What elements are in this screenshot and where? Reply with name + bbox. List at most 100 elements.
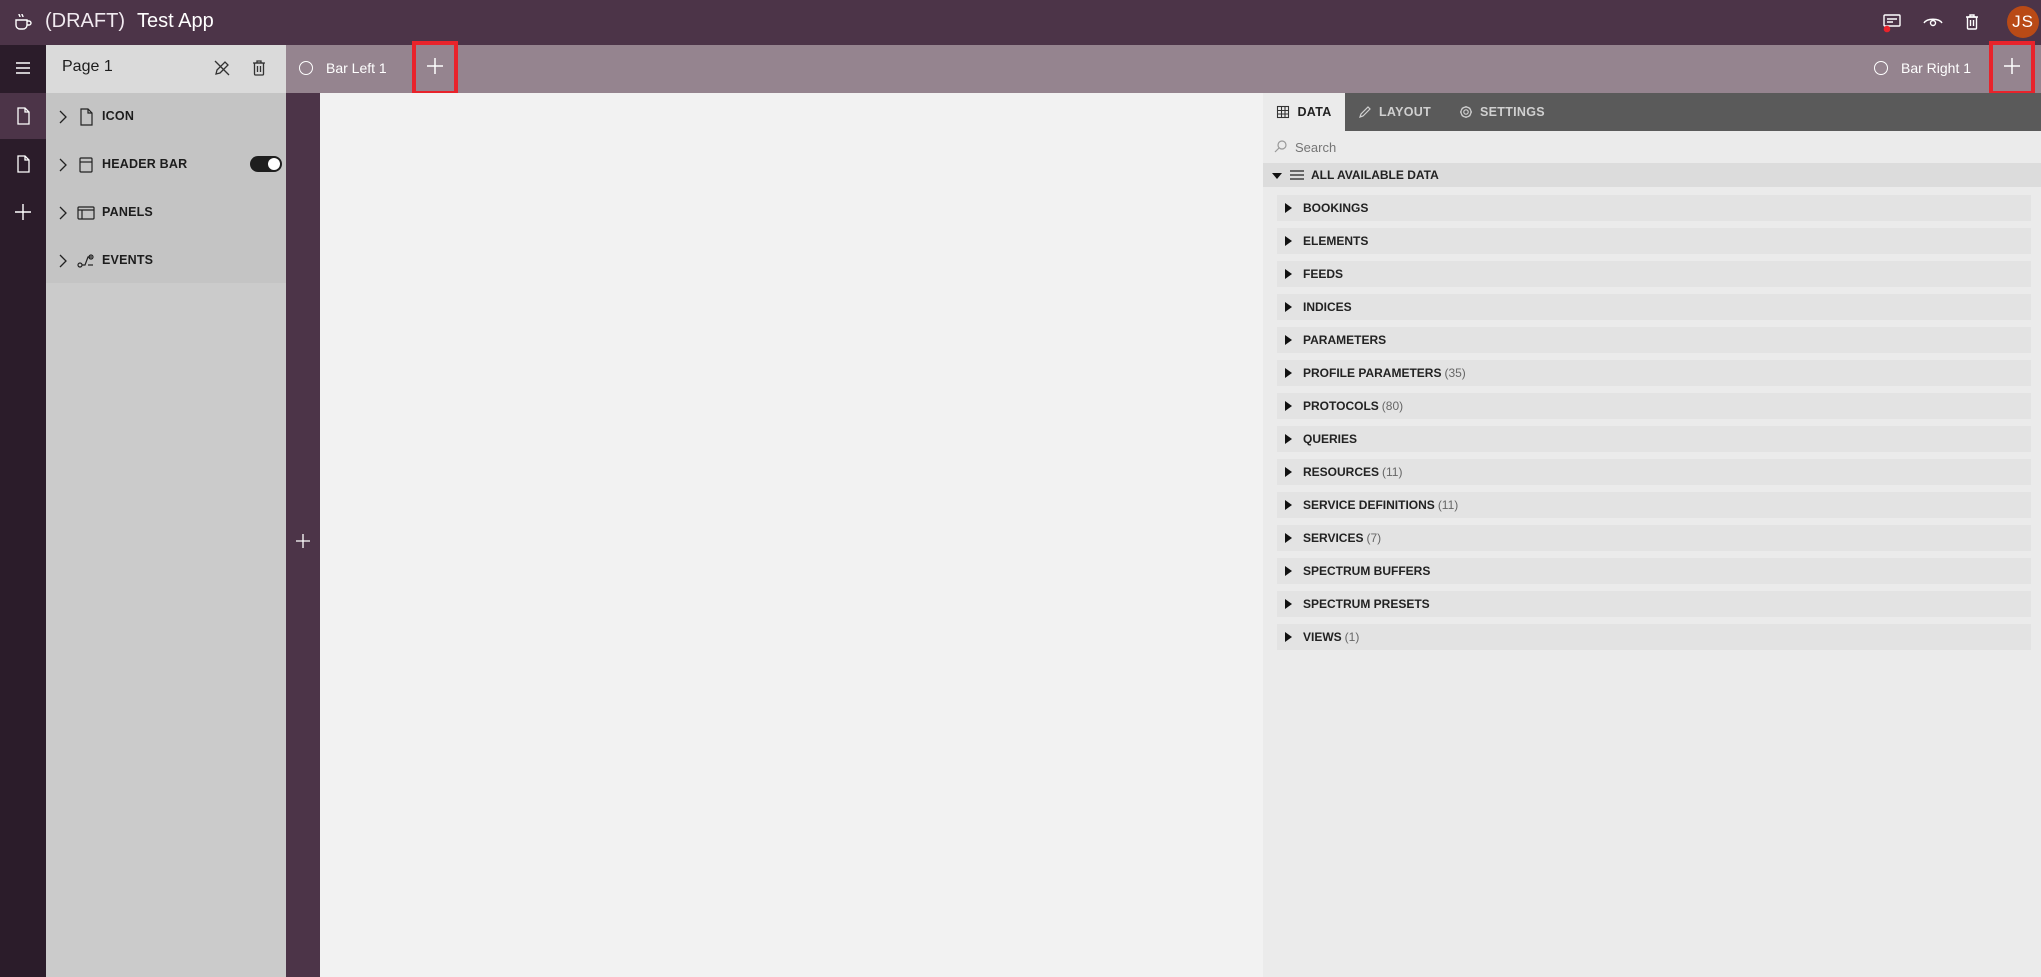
tab-settings[interactable]: SETTINGS [1459, 93, 1549, 131]
caret-right-icon[interactable] [1285, 467, 1292, 477]
data-category-label: RESOURCES (11) [1303, 465, 1402, 479]
data-category-row[interactable]: VIEWS (1) [1277, 624, 2031, 650]
all-available-data-header[interactable]: ALL AVAILABLE DATA [1263, 163, 2041, 187]
data-category-row[interactable]: PARAMETERS [1277, 327, 2031, 353]
data-category-row[interactable]: QUERIES [1277, 426, 2031, 452]
data-category-label: SERVICES (7) [1303, 531, 1381, 545]
tree-item-label: HEADER BAR [102, 157, 188, 171]
data-panel-tabs: DATA LAYOUT SETTINGS [1263, 93, 2041, 131]
all-available-data-label: ALL AVAILABLE DATA [1311, 168, 1439, 182]
caret-right-icon[interactable] [1285, 368, 1292, 378]
tab-label: DATA [1297, 105, 1332, 119]
tree-item-header-bar[interactable]: HEADER BAR [46, 141, 286, 189]
top-bar: (DRAFT) Test App JS [0, 0, 2041, 45]
header-bar-toggle[interactable] [250, 156, 282, 172]
tab-data[interactable]: DATA [1263, 93, 1345, 131]
tree-item-icon[interactable]: ICON [46, 93, 286, 141]
data-category-label: ELEMENTS [1303, 234, 1371, 248]
page-tree-panel: Page 1 ICON HEADER BAR PANELS EVENTS [46, 45, 286, 977]
data-category-label: VIEWS (1) [1303, 630, 1359, 644]
search-input[interactable] [1293, 135, 1997, 159]
category-name: PARAMETERS [1303, 333, 1387, 347]
caret-down-icon[interactable] [1271, 169, 1283, 187]
data-category-row[interactable]: ELEMENTS [1277, 228, 2031, 254]
category-name: ELEMENTS [1303, 234, 1369, 248]
category-name: SERVICES [1303, 531, 1364, 545]
category-count: (11) [1437, 498, 1459, 512]
caret-right-icon[interactable] [1285, 401, 1292, 411]
delete-page-trash-icon[interactable] [250, 58, 268, 83]
add-page-icon[interactable] [0, 189, 46, 235]
data-category-label: PROTOCOLS (80) [1303, 399, 1403, 413]
caret-right-icon[interactable] [1285, 236, 1292, 246]
data-panel: DATA LAYOUT SETTINGS ALL AVAILABLE DATA … [1263, 93, 2041, 977]
toggle-knob [268, 158, 280, 170]
data-category-label: BOOKINGS [1303, 201, 1371, 215]
data-category-label: SPECTRUM PRESETS [1303, 597, 1433, 611]
tab-layout[interactable]: LAYOUT [1358, 93, 1438, 131]
search-icon [1274, 139, 1288, 158]
bar-strip: Bar Left 1 Bar Right 1 [286, 41, 2041, 95]
caret-right-icon[interactable] [1285, 335, 1292, 345]
header-bar-icon [76, 155, 96, 175]
category-name: SPECTRUM BUFFERS [1303, 564, 1431, 578]
caret-right-icon[interactable] [1285, 599, 1292, 609]
bar-right-label[interactable]: Bar Right 1 [1901, 60, 1971, 76]
chevron-right-icon[interactable] [56, 157, 70, 173]
category-count: (11) [1382, 465, 1403, 479]
tree-item-events[interactable]: EVENTS [46, 237, 286, 285]
data-category-row[interactable]: RESOURCES (11) [1277, 459, 2031, 485]
category-name: RESOURCES [1303, 465, 1380, 479]
bar-right-radio[interactable] [1874, 61, 1888, 75]
tab-label: LAYOUT [1379, 105, 1432, 119]
caret-right-icon[interactable] [1285, 434, 1292, 444]
bar-left-radio[interactable] [299, 61, 313, 75]
bar-left-label[interactable]: Bar Left 1 [326, 60, 387, 76]
data-category-label: SPECTRUM BUFFERS [1303, 564, 1433, 578]
search-bar [1263, 131, 2041, 161]
category-name: FEEDS [1303, 267, 1344, 281]
caret-right-icon[interactable] [1285, 566, 1292, 576]
page-canvas[interactable] [320, 93, 1263, 977]
data-category-row[interactable]: INDICES [1277, 294, 2031, 320]
page-icon[interactable] [0, 141, 46, 187]
page-name[interactable]: Page 1 [62, 58, 113, 76]
page-icon[interactable] [0, 93, 46, 139]
events-icon [76, 251, 96, 271]
chevron-right-icon[interactable] [56, 109, 70, 125]
data-category-label: QUERIES [1303, 432, 1360, 446]
hamburger-menu-icon[interactable] [0, 45, 46, 91]
chevron-right-icon[interactable] [56, 253, 70, 269]
data-category-row[interactable]: BOOKINGS [1277, 195, 2031, 221]
delete-trash-icon[interactable] [1961, 11, 1983, 33]
tree-item-panels[interactable]: PANELS [46, 189, 286, 237]
caret-right-icon[interactable] [1285, 203, 1292, 213]
add-panel-plus-icon[interactable] [295, 533, 311, 554]
data-category-row[interactable]: FEEDS [1277, 261, 2031, 287]
preview-eye-icon[interactable] [1922, 11, 1944, 33]
caret-right-icon[interactable] [1285, 632, 1292, 642]
caret-right-icon[interactable] [1285, 533, 1292, 543]
category-name: SPECTRUM PRESETS [1303, 597, 1430, 611]
data-category-row[interactable]: SPECTRUM BUFFERS [1277, 558, 2031, 584]
chevron-right-icon[interactable] [56, 205, 70, 221]
data-category-label: INDICES [1303, 300, 1355, 314]
edit-pencil-icon[interactable] [212, 58, 232, 83]
tree-item-label: ICON [102, 109, 135, 123]
category-name: QUERIES [1303, 432, 1358, 446]
data-category-row[interactable]: PROTOCOLS (80) [1277, 393, 2031, 419]
publish-icon[interactable] [1881, 11, 1903, 33]
category-name: VIEWS [1303, 630, 1342, 644]
caret-right-icon[interactable] [1285, 302, 1292, 312]
data-category-row[interactable]: SERVICE DEFINITIONS (11) [1277, 492, 2031, 518]
caret-right-icon[interactable] [1285, 269, 1292, 279]
caret-right-icon[interactable] [1285, 500, 1292, 510]
add-bar-right-button[interactable] [1989, 41, 2035, 95]
data-category-row[interactable]: SPECTRUM PRESETS [1277, 591, 2031, 617]
category-name: BOOKINGS [1303, 201, 1369, 215]
add-bar-left-button[interactable] [412, 41, 458, 95]
data-category-row[interactable]: PROFILE PARAMETERS (35) [1277, 360, 2031, 386]
avatar[interactable]: JS [2007, 6, 2039, 38]
gear-icon [1460, 106, 1472, 118]
data-category-row[interactable]: SERVICES (7) [1277, 525, 2031, 551]
